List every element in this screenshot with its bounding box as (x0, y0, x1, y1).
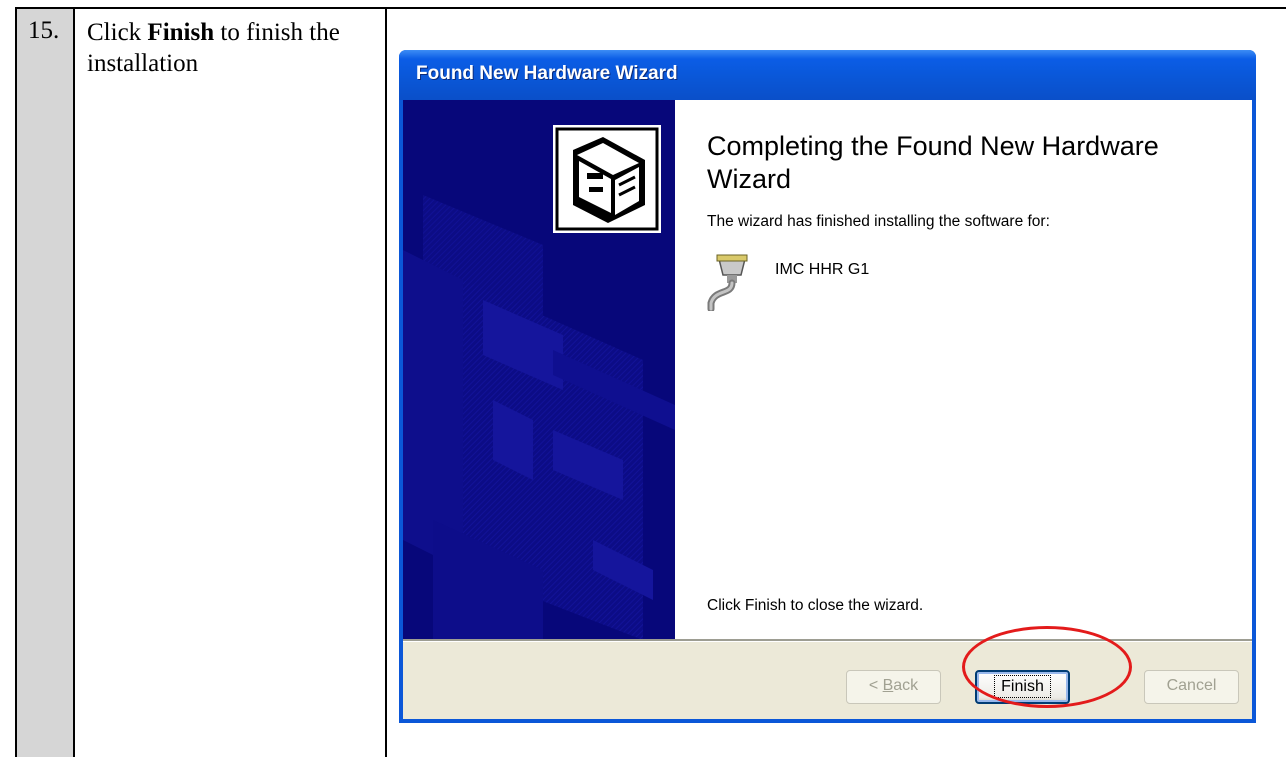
cancel-label: Cancel (1166, 677, 1217, 694)
wizard-heading: Completing the Found New Hardware Wizard (707, 131, 1159, 194)
wizard-side-banner (403, 100, 675, 639)
serial-port-icon (705, 249, 755, 313)
instruction-prefix: Click (87, 19, 148, 46)
wizard-window: Found New Hardware Wizard Completing the… (399, 50, 1256, 723)
instruction-text: Click Finish to finish the installation (87, 17, 377, 79)
step-number: 15. (28, 17, 60, 44)
finish-label: Finish (994, 675, 1051, 698)
cancel-button[interactable]: Cancel (1144, 670, 1239, 704)
wizard-button-bar: < Back Finish Cancel (403, 642, 1252, 719)
hardware-box-icon (553, 125, 661, 233)
back-rest: ack (893, 677, 919, 694)
close-hint-text: Click Finish to close the wizard. (707, 597, 924, 614)
window-title: Found New Hardware Wizard (416, 63, 678, 84)
wizard-content: Completing the Found New Hardware Wizard… (675, 100, 1252, 639)
wizard-description: The wizard has finished installing the s… (707, 213, 1050, 230)
back-accel: B (882, 677, 894, 694)
device-name: IMC HHR G1 (775, 261, 870, 278)
instruction-bold-finish: Finish (147, 19, 215, 46)
title-bar[interactable]: Found New Hardware Wizard (399, 50, 1256, 100)
wizard-client-area: Completing the Found New Hardware Wizard… (403, 100, 1252, 719)
back-prefix: < (868, 677, 883, 694)
finish-button[interactable]: Finish (975, 670, 1070, 704)
back-button[interactable]: < Back (846, 670, 941, 704)
instruction-cell: Click Finish to finish the installation (73, 7, 387, 757)
step-number-cell: 15. (15, 7, 75, 757)
